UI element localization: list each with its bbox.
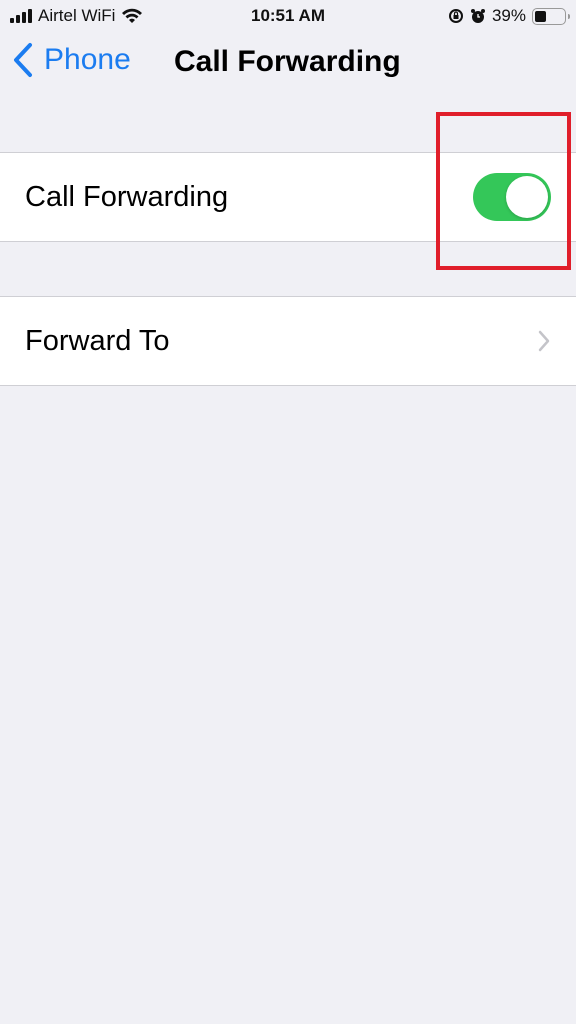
battery-percent: 39% <box>491 6 526 25</box>
call-forwarding-group: Call Forwarding <box>0 152 576 242</box>
status-bar: Airtel WiFi 10:51 AM 39% <box>0 0 576 32</box>
forward-to-row[interactable]: Forward To <box>0 297 576 385</box>
forward-to-label: Forward To <box>25 324 170 357</box>
battery-fill <box>535 10 546 22</box>
chevron-right-icon <box>538 330 550 352</box>
call-forwarding-toggle[interactable] <box>473 173 551 221</box>
call-forwarding-label: Call Forwarding <box>25 180 229 213</box>
back-button[interactable]: Phone <box>12 42 131 78</box>
toggle-knob <box>506 176 548 218</box>
call-forwarding-row: Call Forwarding <box>0 153 576 241</box>
chevron-left-icon <box>14 43 32 77</box>
orientation-lock-icon <box>448 9 463 23</box>
forward-to-group: Forward To <box>0 296 576 386</box>
page-title: Call Forwarding <box>174 45 401 78</box>
alarm-icon <box>470 9 485 23</box>
status-right: 39% <box>448 6 570 26</box>
battery-icon <box>532 7 570 25</box>
navigation-bar: Phone Call Forwarding <box>0 36 576 92</box>
back-button-label: Phone <box>44 43 131 76</box>
